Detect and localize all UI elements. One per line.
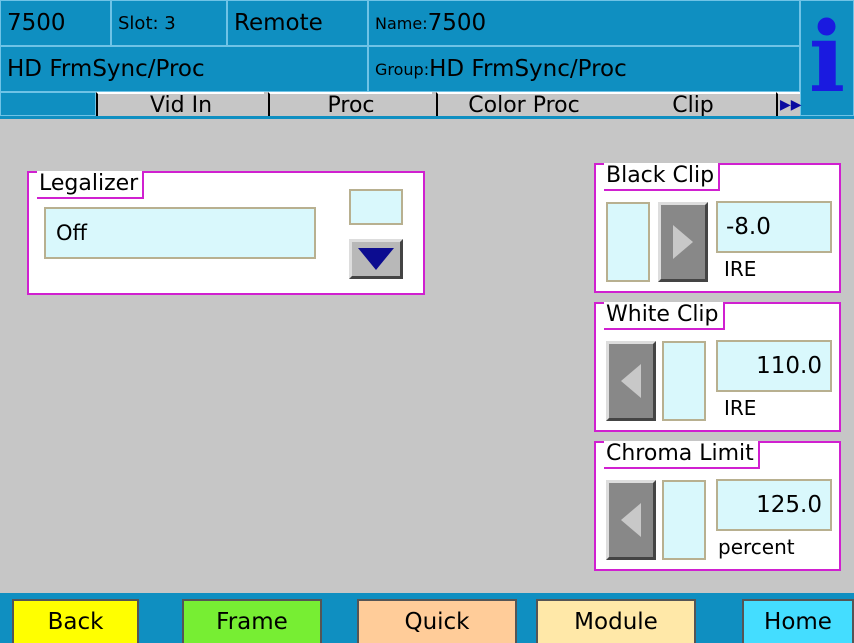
black-clip-increase-button[interactable] <box>658 202 708 282</box>
chroma-limit-decrease-button[interactable] <box>606 480 656 560</box>
tab-color-proc-label: Color Proc <box>468 92 580 118</box>
tab-underline <box>0 116 854 119</box>
tab-clip-label: Clip <box>672 92 714 118</box>
home-button-label: Home <box>764 609 832 635</box>
info-button[interactable]: i <box>800 0 854 116</box>
legalizer-group: Legalizer Off <box>27 171 425 295</box>
triangle-right-icon <box>673 225 693 259</box>
frame-button[interactable]: Frame <box>182 599 322 643</box>
black-clip-left-slot[interactable] <box>606 202 650 282</box>
slot-cell: Slot: 3 <box>111 0 227 46</box>
chroma-limit-group: Chroma Limit 125.0 percent <box>594 441 841 571</box>
name-value: 7500 <box>427 10 487 36</box>
chroma-limit-unit: percent <box>718 535 795 559</box>
module-button[interactable]: Module <box>536 599 696 643</box>
back-button-label: Back <box>47 609 104 635</box>
white-clip-right-slot[interactable] <box>662 341 706 421</box>
model-label: 7500 <box>7 10 66 36</box>
tab-proc-label: Proc <box>327 92 375 118</box>
tab-proc[interactable]: Proc <box>268 92 432 118</box>
back-button[interactable]: Back <box>12 599 139 643</box>
product-label: HD FrmSync/Proc <box>7 56 205 82</box>
chroma-limit-right-slot[interactable] <box>662 480 706 560</box>
tab-next-button[interactable]: ▶▶ <box>776 92 802 116</box>
legalizer-value: Off <box>56 221 87 245</box>
white-clip-value-field[interactable]: 110.0 <box>716 340 832 392</box>
home-button[interactable]: Home <box>742 599 854 643</box>
chroma-limit-value-field[interactable]: 125.0 <box>716 479 832 531</box>
info-icon: i <box>808 1 846 114</box>
quick-button-label: Quick <box>404 609 470 635</box>
white-clip-value: 110.0 <box>756 353 822 379</box>
legalizer-indicator <box>349 189 403 225</box>
white-clip-decrease-button[interactable] <box>606 341 656 421</box>
white-clip-group: White Clip 110.0 IRE <box>594 302 841 432</box>
chroma-limit-title: Chroma Limit <box>604 441 760 469</box>
group-cell: Group: HD FrmSync/Proc <box>368 46 800 92</box>
black-clip-unit: IRE <box>724 257 757 281</box>
name-cell: Name: 7500 <box>368 0 800 46</box>
frame-button-label: Frame <box>216 609 288 635</box>
name-key: Name: <box>375 13 428 33</box>
legalizer-value-field[interactable]: Off <box>44 207 316 259</box>
black-clip-value: -8.0 <box>726 214 771 240</box>
triangle-down-icon <box>358 248 394 270</box>
module-button-label: Module <box>574 609 658 635</box>
triangle-left-icon <box>621 503 641 537</box>
legalizer-title: Legalizer <box>37 171 145 199</box>
double-right-arrow-icon: ▶▶ <box>780 97 802 113</box>
black-clip-value-field[interactable]: -8.0 <box>716 201 832 253</box>
tab-bar-left-spacer <box>0 92 96 116</box>
product-cell: HD FrmSync/Proc <box>0 46 368 92</box>
chroma-limit-value: 125.0 <box>756 492 822 518</box>
group-value: HD FrmSync/Proc <box>429 56 627 82</box>
legalizer-dropdown-button[interactable] <box>349 239 403 279</box>
black-clip-title: Black Clip <box>604 163 721 191</box>
mode-label: Remote <box>234 10 323 36</box>
mode-cell: Remote <box>227 0 368 46</box>
slot-label: Slot: 3 <box>118 12 176 34</box>
quick-button[interactable]: Quick <box>357 599 517 643</box>
tab-color-proc[interactable]: Color Proc <box>436 92 610 118</box>
group-key: Group: <box>375 59 430 79</box>
tab-vid-in-label: Vid In <box>149 92 213 118</box>
white-clip-unit: IRE <box>724 396 757 420</box>
triangle-left-icon <box>621 364 641 398</box>
model-cell: 7500 <box>0 0 111 46</box>
tab-vid-in[interactable]: Vid In <box>96 92 264 118</box>
white-clip-title: White Clip <box>604 302 725 330</box>
black-clip-group: Black Clip -8.0 IRE <box>594 163 841 293</box>
tab-clip[interactable]: Clip <box>610 92 776 118</box>
